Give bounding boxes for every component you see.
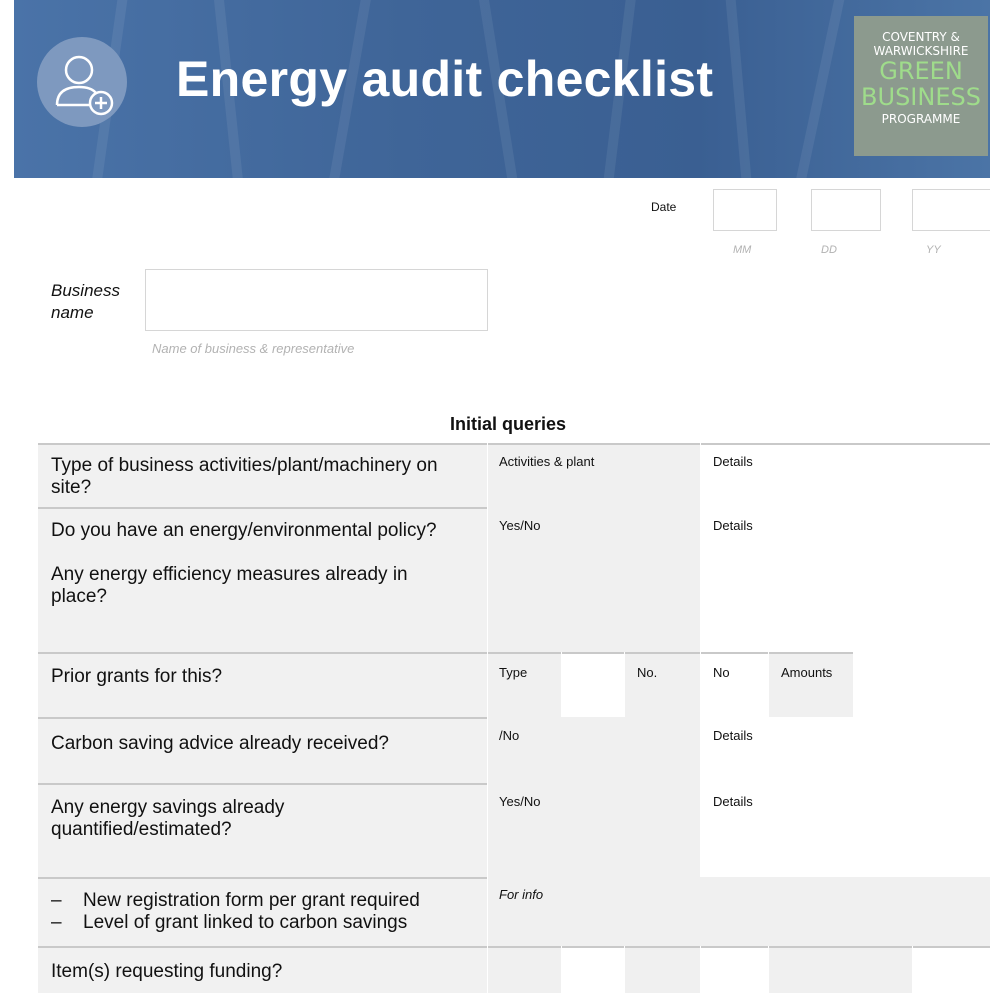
- logo-line: COVENTRY &: [882, 30, 960, 44]
- details-field[interactable]: Details: [701, 783, 990, 877]
- info-bullet: – New registration form per grant requir…: [51, 890, 487, 912]
- date-month-field[interactable]: [713, 189, 777, 231]
- question-cell: Type of business activities/plant/machin…: [38, 443, 487, 507]
- funding-field[interactable]: [913, 946, 990, 993]
- advice-yes-no-field[interactable]: /No: [488, 717, 700, 783]
- section-title: Initial queries: [450, 414, 567, 434]
- business-name-label: Business name: [51, 280, 120, 324]
- info-cell: – New registration form per grant requir…: [38, 877, 487, 946]
- logo-line: GREEN: [879, 57, 963, 85]
- funding-cell: [488, 946, 561, 993]
- funding-cell: [625, 946, 700, 993]
- question-cell: Do you have an energy/environmental poli…: [38, 507, 487, 652]
- no-label: No: [713, 665, 730, 680]
- activities-label: Activities & plant: [499, 454, 595, 469]
- question-cell: Carbon saving advice already received?: [38, 717, 487, 783]
- bullet-text: Level of grant linked to carbon savings: [83, 912, 408, 933]
- yes-no-label: Yes/No: [499, 518, 541, 533]
- activities-field[interactable]: Activities & plant: [488, 443, 700, 507]
- details-label: Details: [713, 518, 753, 533]
- funding-field[interactable]: [562, 946, 624, 993]
- question-cell: Any energy savings already quantified/es…: [38, 783, 487, 877]
- header-banner: Energy audit checklist COVENTRY & WARWIC…: [14, 0, 990, 178]
- funding-field[interactable]: [701, 946, 768, 993]
- question-text: Do you have an energy/environmental poli…: [51, 520, 437, 541]
- yes-no-label: /No: [499, 728, 520, 743]
- bullet-mark: –: [51, 890, 62, 911]
- question-text: Carbon saving advice already received?: [51, 733, 389, 754]
- funding-cell: [769, 946, 912, 993]
- date-month-hint: MM: [733, 244, 752, 256]
- add-user-icon: [37, 37, 127, 127]
- date-day-field[interactable]: [811, 189, 881, 231]
- business-name-label-line: name: [51, 303, 94, 322]
- grant-amounts-cell: Amounts: [769, 652, 853, 717]
- details-label: Details: [713, 728, 753, 743]
- grant-amounts-field[interactable]: [854, 652, 990, 717]
- business-name-label-line: Business: [51, 281, 120, 300]
- info-bullet: – Level of grant linked to carbon saving…: [51, 912, 487, 934]
- page-title: Energy audit checklist: [176, 51, 714, 107]
- grant-number-field[interactable]: No: [701, 652, 768, 717]
- grant-type-field[interactable]: [562, 652, 624, 717]
- bullet-mark: –: [51, 912, 62, 933]
- business-name-field[interactable]: [145, 269, 488, 331]
- grant-number-cell: No.: [625, 652, 700, 717]
- question-text: Item(s) requesting funding?: [51, 961, 283, 982]
- question-text: Any energy savings already quantified/es…: [51, 797, 285, 840]
- bullet-text: New registration form per grant required: [83, 890, 420, 911]
- date-label: Date: [651, 200, 677, 214]
- info-note-cell: For info: [488, 877, 990, 946]
- grant-type-cell: Type: [488, 652, 561, 717]
- date-year-hint: YY: [926, 244, 941, 256]
- logo-line: PROGRAMME: [881, 112, 961, 126]
- question-cell: Item(s) requesting funding?: [38, 946, 487, 993]
- for-info-label: For info: [499, 887, 544, 902]
- date-day-hint: DD: [821, 244, 837, 256]
- savings-yes-no-field[interactable]: Yes/No: [488, 783, 700, 877]
- business-name-hint: Name of business & representative: [152, 341, 355, 356]
- details-field[interactable]: Details: [701, 717, 990, 783]
- date-year-field[interactable]: [912, 189, 990, 231]
- type-label: Type: [499, 665, 528, 680]
- question-cell: Prior grants for this?: [38, 652, 487, 717]
- yes-no-label: Yes/No: [499, 794, 541, 809]
- details-label: Details: [713, 794, 753, 809]
- details-field[interactable]: Details: [701, 507, 990, 652]
- number-label: No.: [637, 665, 658, 680]
- details-field[interactable]: Details: [701, 443, 990, 507]
- question-text: Any energy efficiency measures already i…: [51, 564, 408, 607]
- question-text: Prior grants for this?: [51, 666, 223, 687]
- policy-yes-no-field[interactable]: Yes/No: [488, 507, 700, 652]
- logo-line: BUSINESS: [861, 83, 981, 111]
- question-text: Type of business activities/plant/machin…: [51, 455, 438, 498]
- green-business-logo: COVENTRY & WARWICKSHIRE GREEN BUSINESS P…: [854, 16, 988, 156]
- amounts-label: Amounts: [781, 665, 833, 680]
- details-label: Details: [713, 454, 753, 469]
- logo-line: WARWICKSHIRE: [873, 44, 969, 58]
